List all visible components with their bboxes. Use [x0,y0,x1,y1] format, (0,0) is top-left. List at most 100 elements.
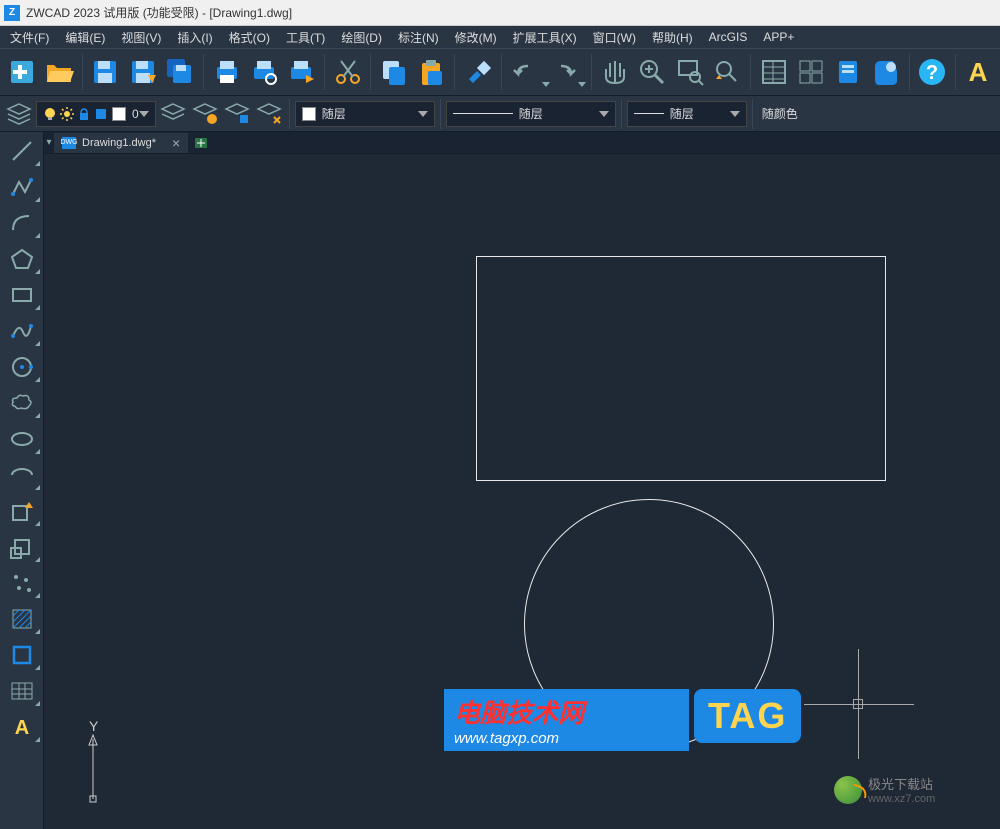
copy-button[interactable] [376,52,411,92]
chevron-down-icon [730,111,740,117]
ellipse-button[interactable] [2,422,42,456]
dwg-icon: DWG [62,137,76,149]
menu-insert[interactable]: 插入(I) [169,27,220,48]
ucs-icon: Y [64,719,114,809]
layer-match-button[interactable] [254,99,284,129]
workspace: A ▾ DWG Drawing1.dwg* × Y [0,132,1000,829]
lineweight-label: 随层 [670,105,694,122]
new-tab-button[interactable] [192,133,212,153]
matchprop-button[interactable] [460,52,495,92]
undo-dropdown-icon[interactable] [542,82,550,87]
print-button[interactable] [209,52,244,92]
layer-isolate-button[interactable] [222,99,252,129]
menu-edit[interactable]: 编辑(E) [57,27,113,48]
menu-arcgis[interactable]: ArcGIS [701,28,756,46]
redo-button[interactable] [552,52,579,92]
menu-tools[interactable]: 工具(T) [278,27,333,48]
menu-window[interactable]: 窗口(W) [585,27,644,48]
polygon-button[interactable] [2,242,42,276]
save-button[interactable] [88,52,123,92]
menu-view[interactable]: 视图(V) [113,27,169,48]
publish-button[interactable] [284,52,319,92]
watermark-tagxp: 电脑技术网 www.tagxp.com [444,689,689,751]
menu-draw[interactable]: 绘图(D) [333,27,390,48]
saveall-button[interactable] [163,52,198,92]
pan-button[interactable] [597,52,632,92]
titlebar: Z ZWCAD 2023 试用版 (功能受限) - [Drawing1.dwg] [0,0,1000,26]
ellipse-arc-button[interactable] [2,458,42,492]
undo-button[interactable] [506,52,541,92]
text-button[interactable]: A [961,52,996,92]
layer-manager-button[interactable] [4,99,34,129]
svg-text:A: A [14,717,28,739]
layer-color-swatch [112,107,126,121]
line-sample-icon [453,113,513,114]
table-button[interactable] [2,674,42,708]
plot-style-label: 随颜色 [758,105,802,122]
saveas-button[interactable] [125,52,160,92]
menu-format[interactable]: 格式(O) [221,27,278,48]
linetype-label: 随层 [519,105,543,122]
spline-button[interactable] [2,314,42,348]
document-tabbar: ▾ DWG Drawing1.dwg* × [44,132,1000,154]
tool-palette-button[interactable] [831,52,866,92]
sun-icon [60,107,74,121]
lock-icon [77,107,91,121]
color-label: 随层 [322,105,346,122]
make-block-button[interactable] [2,530,42,564]
window-title: ZWCAD 2023 试用版 (功能受限) - [Drawing1.dwg] [26,4,292,21]
linetype-dropdown[interactable]: 随层 [446,101,616,127]
layer-state-button[interactable] [190,99,220,129]
sheet-set-button[interactable] [868,52,903,92]
close-icon[interactable]: × [172,135,180,151]
revcloud-button[interactable] [2,386,42,420]
layer-dropdown[interactable]: 0 [36,101,156,127]
menu-dimension[interactable]: 标注(N) [390,27,447,48]
line-sample-icon [634,113,664,114]
canvas-area[interactable]: ▾ DWG Drawing1.dwg* × Y [44,132,1000,829]
new-button[interactable] [4,52,39,92]
layer-toolbar: 0 随层 随层 随层 随颜色 [0,96,1000,132]
properties-button[interactable] [756,52,791,92]
region-button[interactable] [2,638,42,672]
zoom-realtime-button[interactable] [635,52,670,92]
arc-button[interactable] [2,206,42,240]
zoom-previous-button[interactable] [710,52,745,92]
rectangle-button[interactable] [2,278,42,312]
chevron-down-icon [418,111,428,117]
menu-app[interactable]: APP+ [755,28,802,46]
hatch-button[interactable] [2,602,42,636]
redo-dropdown-icon[interactable] [578,82,586,87]
tab-drawing1[interactable]: DWG Drawing1.dwg* × [54,133,188,153]
plot-icon [94,107,108,121]
color-dropdown[interactable]: 随层 [295,101,435,127]
app-icon: Z [4,5,20,21]
svg-text:A: A [969,57,988,87]
open-button[interactable] [41,52,76,92]
lineweight-dropdown[interactable]: 随层 [627,101,747,127]
rectangle-entity[interactable] [476,256,886,481]
insert-block-button[interactable] [2,494,42,528]
tab-list-dropdown[interactable]: ▾ [44,132,54,154]
layer-previous-button[interactable] [158,99,188,129]
drawing-viewport[interactable]: Y 电脑技术网 www.tagxp.com TAG 极光下载站 www.xz7.… [44,154,1000,829]
polyline-button[interactable] [2,170,42,204]
print-preview-button[interactable] [246,52,281,92]
watermark-tag: TAG [694,689,801,743]
help-button[interactable]: ? [914,52,949,92]
paste-button[interactable] [414,52,449,92]
line-button[interactable] [2,134,42,168]
zoom-window-button[interactable] [672,52,707,92]
draw-toolbar: A [0,132,44,829]
menu-file[interactable]: 文件(F) [2,27,57,48]
watermark-xz7: 极光下载站 www.xz7.com [834,774,935,805]
circle-button[interactable] [2,350,42,384]
point-button[interactable] [2,566,42,600]
menu-extend[interactable]: 扩展工具(X) [505,27,585,48]
design-center-button[interactable] [793,52,828,92]
cut-button[interactable] [330,52,365,92]
menu-modify[interactable]: 修改(M) [447,27,505,48]
menubar: 文件(F) 编辑(E) 视图(V) 插入(I) 格式(O) 工具(T) 绘图(D… [0,26,1000,48]
mtext-button[interactable]: A [2,710,42,744]
menu-help[interactable]: 帮助(H) [644,27,701,48]
